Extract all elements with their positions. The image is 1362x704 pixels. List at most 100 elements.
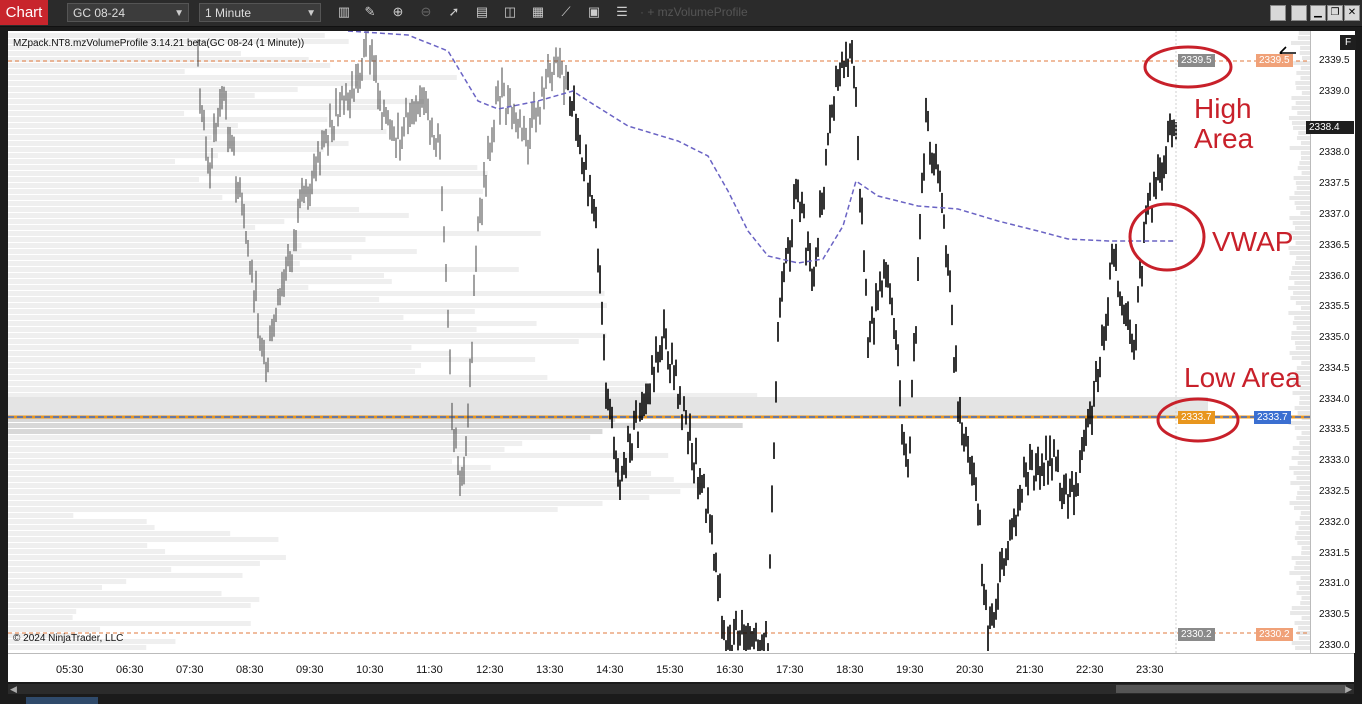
right-profile-bar: [1288, 311, 1310, 315]
profile-bar: [8, 279, 392, 284]
profile-bar: [8, 453, 669, 458]
x-axis-tick-label: 22:30: [1076, 664, 1104, 676]
profile-bar: [8, 489, 681, 494]
right-profile-bar: [1294, 281, 1310, 285]
right-profile-bar: [1289, 276, 1310, 280]
right-profile-bar: [1301, 156, 1310, 160]
right-profile-bar: [1289, 351, 1310, 355]
chart-tab[interactable]: [26, 697, 98, 704]
horizontal-scrollbar[interactable]: ◀ ▶: [8, 684, 1354, 694]
right-profile-bar: [1301, 56, 1310, 60]
window-tile2-icon[interactable]: [1291, 5, 1307, 21]
price-panel[interactable]: MZpack.NT8.mzVolumeProfile 3.14.21 beta(…: [8, 31, 1310, 653]
scroll-right-icon[interactable]: ▶: [1345, 684, 1352, 694]
right-profile-bar: [1289, 216, 1310, 220]
profile-bar: [8, 531, 231, 536]
window-tile-icon[interactable]: [1270, 5, 1286, 21]
profile-bar: [8, 351, 450, 356]
right-profile-bar: [1298, 451, 1310, 455]
right-profile-bar: [1290, 481, 1310, 485]
minimize-icon[interactable]: ▁: [1310, 5, 1326, 21]
scroll-left-icon[interactable]: ◀: [10, 684, 17, 694]
chevron-down-icon: ▼: [174, 8, 184, 19]
indicator-label: MZpack.NT8.mzVolumeProfile 3.14.21 beta(…: [13, 38, 305, 49]
zoom-out-icon[interactable]: ⊖: [418, 4, 434, 20]
profile-bar: [8, 591, 222, 596]
profile-bar: [8, 81, 359, 86]
y-axis-tick-label: 2339.5: [1319, 55, 1350, 66]
profile-bar: [8, 117, 328, 122]
scrollbar-thumb[interactable]: [1116, 685, 1346, 693]
profile-bar: [8, 429, 603, 434]
profile-bar: [8, 579, 127, 584]
right-profile-bar: [1294, 201, 1310, 205]
x-axis-tick-label: 12:30: [476, 664, 504, 676]
properties-icon[interactable]: ◫: [502, 4, 518, 20]
list-icon[interactable]: ☰: [614, 4, 630, 20]
right-profile-bar: [1300, 46, 1310, 50]
right-profile-bar: [1296, 496, 1310, 500]
profile-bar: [8, 609, 77, 614]
profile-bar: [8, 567, 172, 572]
x-axis-tick-label: 06:30: [116, 664, 144, 676]
y-axis-tick-label: 2337.5: [1319, 178, 1350, 190]
profile-bar: [8, 51, 241, 56]
right-profile-bar: [1289, 466, 1310, 470]
right-profile-bar: [1292, 236, 1310, 240]
f-button[interactable]: F: [1340, 35, 1356, 50]
poc-price-tag: 2333.7: [1178, 411, 1215, 424]
pointer-icon[interactable]: ➚: [446, 4, 462, 20]
profile-bar: [8, 345, 412, 350]
indicators-icon[interactable]: ▦: [530, 4, 546, 20]
right-profile-bar: [1296, 591, 1310, 595]
y-axis-tick-label: 2339.0: [1319, 85, 1350, 97]
profile-bar: [8, 549, 166, 554]
right-profile-bar: [1291, 356, 1310, 360]
profile-bar: [8, 237, 366, 242]
profile-bar: [8, 363, 422, 368]
profile-bar: [8, 261, 300, 266]
profile-bar: [8, 435, 591, 440]
profile-bar: [8, 231, 541, 236]
right-profile-bar: [1290, 611, 1310, 615]
x-axis-tick-label: 18:30: [836, 664, 864, 676]
chevron-down-icon: ▼: [306, 8, 316, 19]
profile-bar: [8, 465, 491, 470]
volume-profile: [8, 31, 1310, 650]
vwap-annotation: VWAP: [1212, 226, 1294, 257]
interval-selector[interactable]: 1 Minute ▼: [199, 3, 321, 22]
right-profile-bar: [1297, 541, 1310, 545]
close-icon[interactable]: ✕: [1344, 5, 1360, 21]
right-profile-bar: [1294, 406, 1310, 410]
data-box-icon[interactable]: ▤: [474, 4, 490, 20]
y-axis-tick-label: 2330.5: [1319, 609, 1350, 621]
x-axis-tick-label: 09:30: [296, 664, 324, 676]
profile-bar: [8, 129, 387, 134]
templates-icon[interactable]: ▣: [586, 4, 602, 20]
right-profile-bar: [1293, 61, 1310, 65]
profile-bar: [8, 195, 223, 200]
price-plot[interactable]: [8, 31, 1310, 653]
x-axis-tick-label: 16:30: [716, 664, 744, 676]
right-profile-bar: [1296, 186, 1310, 190]
time-axis[interactable]: 05:30 06:30 07:30 08:30 09:30 10:30 11:30 12:30…: [8, 653, 1354, 682]
x-axis-tick-label: 08:30: [236, 664, 264, 676]
profile-bar: [8, 381, 648, 386]
y-axis-tick-label: 2331.0: [1319, 578, 1350, 590]
profile-bar: [8, 537, 279, 542]
draw-pencil-icon[interactable]: ✎: [362, 4, 378, 20]
strategies-icon[interactable]: ⟋: [558, 4, 574, 20]
instrument-selector[interactable]: GC 08-24 ▼: [67, 3, 189, 22]
right-profile-bar: [1298, 636, 1310, 640]
profile-bar: [8, 627, 101, 632]
bars-type-icon[interactable]: ▥: [336, 4, 352, 20]
restore-icon[interactable]: ❐: [1327, 5, 1343, 21]
high-line-price-tag: 2339.5: [1256, 54, 1293, 67]
right-profile-bar: [1299, 441, 1310, 445]
right-profile-bar: [1296, 71, 1310, 75]
right-profile-bar: [1296, 436, 1310, 440]
profile-bar: [8, 615, 73, 620]
profile-bar: [8, 183, 310, 188]
profile-bar: [8, 471, 652, 476]
zoom-in-icon[interactable]: ⊕: [390, 4, 406, 20]
